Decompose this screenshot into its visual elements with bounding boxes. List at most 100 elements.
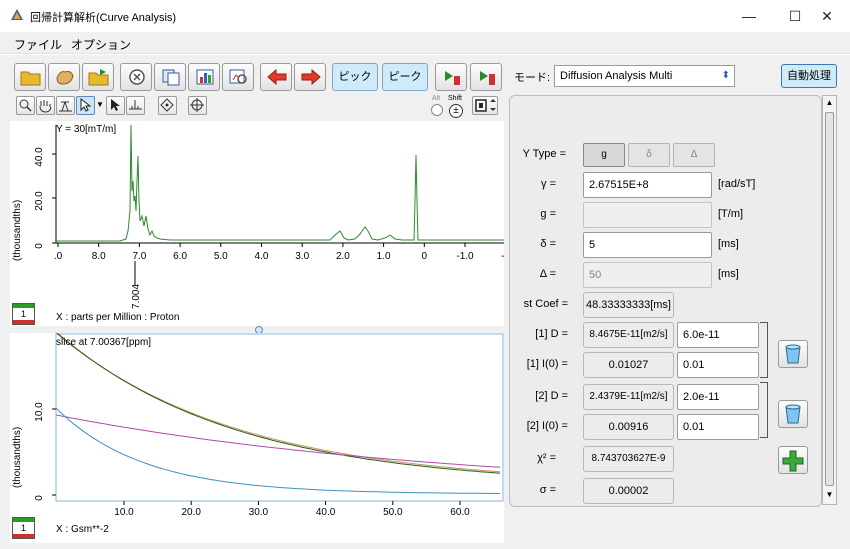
- gamma-input[interactable]: 2.67515E+8: [583, 172, 712, 198]
- decay-frame: [55, 333, 504, 502]
- clear-button[interactable]: [120, 63, 152, 91]
- next-button[interactable]: [294, 63, 326, 91]
- sigma-label: σ =: [539, 484, 556, 496]
- plus-icon: [782, 450, 804, 472]
- peak-up-button[interactable]: [470, 63, 502, 91]
- d1-input[interactable]: 6.0e-11: [677, 322, 759, 348]
- delta-input[interactable]: 5: [583, 232, 712, 258]
- bigdelta-unit: [ms]: [718, 268, 739, 280]
- delete-component1-button[interactable]: [778, 340, 808, 368]
- decay-xtick-label: 10.0: [114, 507, 134, 518]
- crosshair-icon: [190, 98, 204, 112]
- g-label: g =: [540, 208, 556, 220]
- decay-ytick-label: 0: [34, 495, 45, 501]
- spectrum-page-indicator[interactable]: 1: [12, 303, 35, 325]
- close-button[interactable]: ✕: [804, 0, 850, 32]
- decay-xtick-label: 50.0: [383, 507, 403, 518]
- i2-input[interactable]: 0.01: [677, 414, 759, 440]
- add-component-button[interactable]: [778, 446, 808, 474]
- menu-bar: ファイル オプション: [0, 32, 850, 54]
- i1-input[interactable]: 0.01: [677, 352, 759, 378]
- crosshair-button[interactable]: [188, 96, 207, 115]
- mode-select[interactable]: Diffusion Analysis Multi ⬍: [554, 65, 735, 87]
- spectrum-ylabel: (thousandths): [12, 200, 23, 261]
- decay-page-number: 1: [20, 523, 26, 533]
- bigdelta-input[interactable]: 50: [583, 262, 712, 288]
- decay-plot[interactable]: (thousandths) 0 10.0 10.0 20.0 30.0 40.0 50.0…: [10, 331, 504, 543]
- peak-down-button[interactable]: [435, 63, 467, 91]
- cursor-label: 7.004: [131, 284, 142, 309]
- d2-input[interactable]: 2.0e-11: [677, 384, 759, 410]
- gamma-unit: [rad/sT]: [718, 178, 756, 190]
- dropdown-arrow-icon[interactable]: ▼: [96, 100, 104, 109]
- bigdelta-label: Δ =: [539, 268, 556, 280]
- spectrum-xtick-label: 8.0: [92, 251, 106, 262]
- alt-label: Alt: [432, 95, 441, 102]
- decay-ytick-label: 10.0: [34, 402, 45, 422]
- delete-component2-button[interactable]: [778, 400, 808, 428]
- diamond-button[interactable]: [158, 96, 177, 115]
- data-curve: [55, 331, 501, 474]
- folder-arrow-icon: [88, 69, 109, 86]
- spectrum-line: [56, 124, 504, 242]
- component1-curve: [55, 407, 500, 494]
- pan-button[interactable]: [36, 96, 55, 115]
- zoom-button[interactable]: [16, 96, 35, 115]
- spectrum-plot[interactable]: (thousandths) 0 20.0 40.0 .0 8.0 7.0 6.0 5.0 4.…: [10, 121, 511, 326]
- decay-panel[interactable]: (thousandths) 0 10.0 10.0 20.0 30.0 40.0 50.0…: [10, 331, 504, 543]
- menu-option[interactable]: オプション: [71, 36, 131, 53]
- i1-label: [1] I(0) =: [526, 358, 568, 370]
- decay-xtick-label: 60.0: [450, 507, 470, 518]
- scroll-down-icon[interactable]: ▼: [823, 488, 836, 502]
- spectrum-xtick-label: -2: [501, 251, 504, 262]
- spectrum-page-number: 1: [20, 309, 26, 319]
- gamma-label: γ =: [541, 178, 556, 190]
- spectrum-panel[interactable]: (thousandths) 0 20.0 40.0 .0 8.0 7.0 6.0 5.0 4.…: [10, 121, 511, 326]
- d1-label: [1] D =: [535, 328, 568, 340]
- analysis-button[interactable]: [222, 63, 254, 91]
- delta-label: δ =: [540, 238, 556, 250]
- chart-button[interactable]: [188, 63, 220, 91]
- spectrum-xtick-label: 4.0: [255, 251, 269, 262]
- delta-unit: [ms]: [718, 238, 739, 250]
- minimize-button[interactable]: —: [726, 0, 772, 32]
- pick-button[interactable]: ピック: [332, 63, 378, 91]
- open-folder-button[interactable]: [14, 63, 46, 91]
- page-select-button[interactable]: [472, 96, 498, 115]
- ytype-bigdelta-button[interactable]: Δ: [673, 143, 715, 167]
- prev-button[interactable]: [260, 63, 292, 91]
- select-tool-button[interactable]: [76, 96, 95, 115]
- spectrum-xtick-label: 5.0: [214, 251, 228, 262]
- spectrum-xtick-label: 6.0: [173, 251, 187, 262]
- zoom-icon: [19, 99, 32, 112]
- spectrum-xtick-label: -1.0: [456, 251, 474, 262]
- hand-tool-button[interactable]: [48, 63, 80, 91]
- peak-tool-button[interactable]: [56, 96, 75, 115]
- d2-label: [2] D =: [535, 390, 568, 402]
- magnify-chart-icon: [229, 69, 247, 84]
- arrow-left-icon: [267, 68, 287, 86]
- copy-button[interactable]: [154, 63, 186, 91]
- baseline-button[interactable]: [126, 96, 145, 115]
- title-bar: 回帰計算解析(Curve Analysis) — ☐ ✕: [0, 0, 850, 32]
- menu-file[interactable]: ファイル: [14, 36, 62, 53]
- plus-minus-icon[interactable]: ±: [449, 104, 463, 118]
- spectrum-xtick-label: 0: [422, 251, 428, 262]
- bar-chart-icon: [196, 69, 214, 85]
- spectrum-annotation: Y = 30[mT/m]: [56, 124, 116, 135]
- save-folder-button[interactable]: [82, 63, 114, 91]
- scroll-up-icon[interactable]: ▲: [823, 96, 836, 110]
- peak-button[interactable]: ピーク: [382, 63, 428, 91]
- scroll-thumb[interactable]: [825, 112, 834, 486]
- app-icon: [11, 9, 23, 20]
- g-input[interactable]: [583, 202, 712, 228]
- alt-radio[interactable]: [431, 104, 443, 116]
- auto-process-button[interactable]: 自動処理: [781, 64, 837, 88]
- ytype-delta-button[interactable]: δ: [628, 143, 670, 167]
- fit-curve: [55, 332, 501, 473]
- folder-icon: [20, 71, 41, 86]
- ytype-g-button[interactable]: g: [583, 143, 625, 167]
- vertical-scrollbar[interactable]: ▲ ▼: [822, 95, 837, 505]
- pointer-button[interactable]: [106, 96, 125, 115]
- decay-page-indicator[interactable]: 1: [12, 517, 35, 539]
